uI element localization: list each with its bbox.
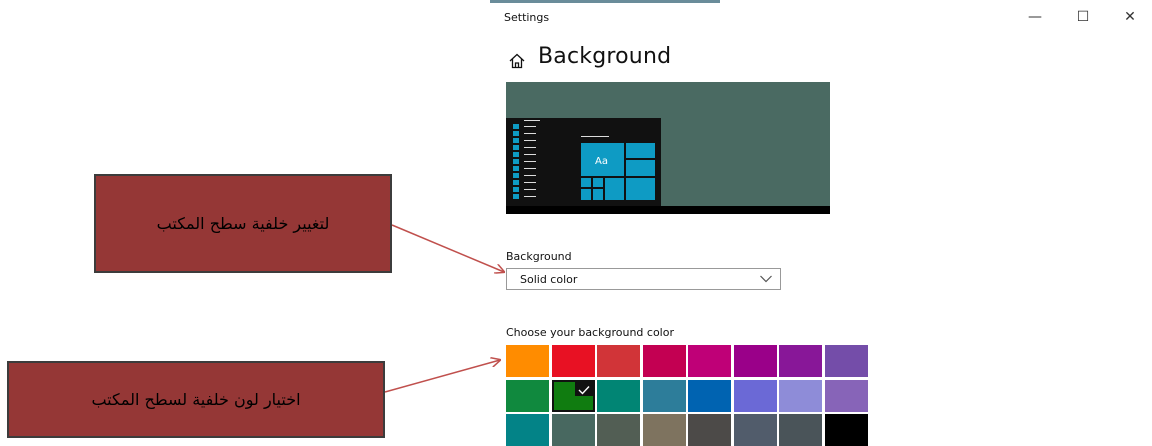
callout-choose-color: اختيار لون خلفية لسطح المكتب [7,361,385,438]
callout-change-background-text: لتغيير خلفية سطح المكتب [156,214,330,233]
callout-change-background: لتغيير خلفية سطح المكتب [94,174,392,273]
arrow-to-swatches [384,360,500,393]
arrow-to-dropdown [391,224,504,272]
callout-choose-color-text: اختيار لون خلفية لسطح المكتب [91,390,301,409]
